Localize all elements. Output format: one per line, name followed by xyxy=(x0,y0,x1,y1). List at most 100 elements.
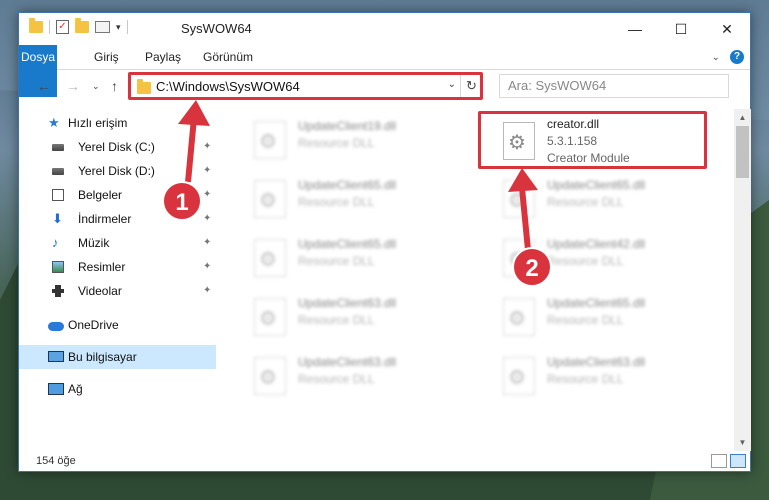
forward-button[interactable]: → xyxy=(66,78,80,94)
back-button[interactable]: ← xyxy=(37,78,51,94)
dll-file-icon: ⚙ xyxy=(503,298,535,336)
videos-icon xyxy=(52,285,64,297)
sidebar-item-label: Hızlı erişim xyxy=(68,116,128,130)
quick-access-toolbar: ✓ ▾ xyxy=(29,18,128,34)
file-item-creator-dll[interactable]: ⚙ creator.dll 5.3.1.158 Creator Module xyxy=(481,113,711,169)
document-icon xyxy=(52,189,64,201)
scroll-down-arrow-icon[interactable]: ▼ xyxy=(734,434,751,451)
navigation-bar: ← → ⌄ ↑ C:\Windows\SysWOW64 ⌄ ↻ Ara: Sys… xyxy=(19,71,750,101)
sidebar-item-downloads[interactable]: ⬇ İndirmeler ✦ xyxy=(19,207,216,231)
sidebar-item-quick-access[interactable]: ★ Hızlı erişim xyxy=(19,111,216,135)
file-list: ⚙ UpdateClient19.dll Resource DLL ⚙ Upda… xyxy=(224,109,734,451)
toolbar-divider xyxy=(49,20,50,34)
close-button[interactable]: ✕ xyxy=(704,13,750,45)
file-item[interactable]: ⚙ UpdateClient63.dll Resource DLL xyxy=(232,292,462,344)
file-explorer-window: ✓ ▾ SysWOW64 — ☐ ✕ Dosya Giriş Paylaş Gö… xyxy=(18,12,751,472)
file-type: Resource DLL xyxy=(547,254,624,268)
file-name: UpdateClient65.dll xyxy=(547,296,646,310)
sidebar-item-label: İndirmeler xyxy=(78,212,132,226)
sidebar-item-local-disk-c[interactable]: Yerel Disk (C:) ✦ xyxy=(19,135,216,159)
sidebar-item-label: Ağ xyxy=(68,382,83,396)
maximize-button[interactable]: ☐ xyxy=(658,13,704,45)
sidebar-item-videos[interactable]: Videolar ✦ xyxy=(19,279,216,303)
tab-view[interactable]: Görünüm xyxy=(203,45,253,70)
window-title: SysWOW64 xyxy=(181,21,252,36)
file-item[interactable]: ⚙ UpdateClient65.dll Resource DLL xyxy=(481,174,711,226)
folder-icon xyxy=(29,18,43,33)
help-icon[interactable]: ? xyxy=(730,50,744,64)
file-type: Resource DLL xyxy=(298,195,375,209)
tab-share[interactable]: Paylaş xyxy=(145,45,181,70)
sidebar-item-label: Bu bilgisayar xyxy=(68,350,137,364)
pictures-icon xyxy=(52,261,64,273)
pin-icon: ✦ xyxy=(203,141,212,152)
file-name: UpdateClient65.dll xyxy=(298,237,397,251)
network-icon xyxy=(48,383,64,395)
file-item[interactable]: ⚙ UpdateClient63.dll Resource DLL xyxy=(481,351,711,403)
pin-icon: ✦ xyxy=(203,285,212,296)
file-name: UpdateClient19.dll xyxy=(298,119,397,133)
file-name: creator.dll xyxy=(547,117,600,131)
tab-home[interactable]: Giriş xyxy=(94,45,119,70)
file-type: Resource DLL xyxy=(298,313,375,327)
sidebar-item-onedrive[interactable]: OneDrive xyxy=(19,313,216,337)
pin-icon: ✦ xyxy=(203,165,212,176)
file-item[interactable]: ⚙ UpdateClient65.dll Resource DLL xyxy=(232,233,462,285)
file-item[interactable]: ⚙ UpdateClient65.dll Resource DLL xyxy=(481,292,711,344)
star-icon: ★ xyxy=(48,115,60,130)
file-type: Resource DLL xyxy=(298,136,375,150)
item-count: 154 öğe xyxy=(36,455,76,467)
sidebar-item-this-pc[interactable]: Bu bilgisayar xyxy=(19,345,216,369)
recent-locations-chevron-icon[interactable]: ⌄ xyxy=(92,81,100,92)
file-item[interactable]: ⚙ UpdateClient65.dll Resource DLL xyxy=(232,174,462,226)
scroll-up-arrow-icon[interactable]: ▲ xyxy=(734,109,751,126)
sidebar-item-label: Müzik xyxy=(78,236,110,250)
pin-icon: ✦ xyxy=(203,213,212,224)
file-type: Resource DLL xyxy=(547,372,624,386)
address-dropdown-chevron-icon[interactable]: ⌄ xyxy=(448,79,456,90)
sidebar-item-music[interactable]: ♪ Müzik ✦ xyxy=(19,231,216,255)
tiles-view-icon[interactable] xyxy=(730,454,746,468)
navigation-pane: ★ Hızlı erişim Yerel Disk (C:) ✦ Yerel D… xyxy=(19,109,216,451)
file-name: UpdateClient63.dll xyxy=(298,296,397,310)
sidebar-item-label: Videolar xyxy=(78,284,122,298)
computer-icon xyxy=(48,351,64,362)
file-type: Resource DLL xyxy=(547,313,624,327)
file-type: Resource DLL xyxy=(547,195,624,209)
refresh-button[interactable]: ↻ xyxy=(460,75,482,97)
ribbon-tabs: Dosya Giriş Paylaş Görünüm ⌄ ? xyxy=(19,45,750,97)
download-icon: ⬇ xyxy=(52,211,63,226)
file-item[interactable]: ⚙ UpdateClient19.dll Resource DLL xyxy=(232,115,462,167)
details-view-icon[interactable] xyxy=(711,454,727,468)
properties-icon[interactable] xyxy=(95,21,110,33)
sidebar-item-local-disk-d[interactable]: Yerel Disk (D:) ✦ xyxy=(19,159,216,183)
address-path[interactable]: C:\Windows\SysWOW64 xyxy=(156,79,300,94)
minimize-button[interactable]: — xyxy=(612,13,658,45)
properties-check-icon[interactable]: ✓ xyxy=(56,20,69,34)
dll-file-icon: ⚙ xyxy=(254,180,286,218)
sidebar-item-label: Belgeler xyxy=(78,188,123,202)
sidebar-item-label: Yerel Disk (C:) xyxy=(78,140,155,154)
file-type: Resource DLL xyxy=(298,372,375,386)
dll-file-icon: ⚙ xyxy=(254,239,286,277)
sidebar-item-documents[interactable]: Belgeler ✦ xyxy=(19,183,216,207)
scrollbar-thumb[interactable] xyxy=(736,126,749,178)
sidebar-item-pictures[interactable]: Resimler ✦ xyxy=(19,255,216,279)
collapse-ribbon-chevron-icon[interactable]: ⌄ xyxy=(712,52,720,63)
file-item[interactable]: ⚙ UpdateClient42.dll Resource DLL xyxy=(481,233,711,285)
file-name: UpdateClient65.dll xyxy=(298,178,397,192)
vertical-scrollbar[interactable]: ▲ ▼ xyxy=(734,109,751,451)
new-folder-icon[interactable] xyxy=(75,18,89,33)
file-name: UpdateClient63.dll xyxy=(298,355,397,369)
address-bar[interactable]: C:\Windows\SysWOW64 ⌄ ↻ xyxy=(130,74,483,98)
customize-toolbar-dropdown-icon[interactable]: ▾ xyxy=(116,22,121,33)
sidebar-item-label: Resimler xyxy=(78,260,126,274)
search-input[interactable]: Ara: SysWOW64 xyxy=(499,74,729,98)
sidebar-item-label: OneDrive xyxy=(68,318,119,332)
dll-file-icon: ⚙ xyxy=(503,357,535,395)
file-item[interactable]: ⚙ UpdateClient63.dll Resource DLL xyxy=(232,351,462,403)
up-button[interactable]: ↑ xyxy=(111,78,118,94)
sidebar-item-label: Yerel Disk (D:) xyxy=(78,164,155,178)
sidebar-item-network[interactable]: Ağ xyxy=(19,377,216,401)
music-icon: ♪ xyxy=(52,235,59,250)
